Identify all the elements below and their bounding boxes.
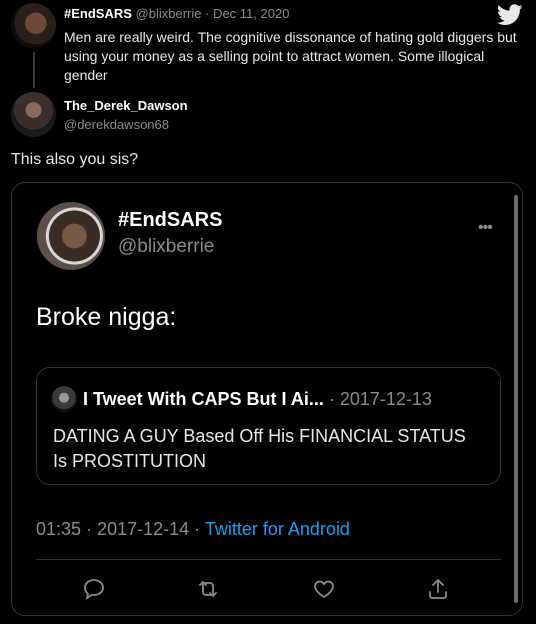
tweet-meta: 01:35 · 2017-12-14 · Twitter for Android (36, 519, 350, 540)
handle[interactable]: @derekdawson68 (64, 117, 169, 132)
tweet-text: Broke nigga: (36, 303, 177, 331)
reply-text: This also you sis? (11, 151, 139, 168)
display-name: #EndSARS (118, 209, 223, 231)
quoted-tweet-header: I Tweet With CAPS But I Ai... · 2017-12-… (83, 389, 432, 410)
tweet-text: Men are really weird. The cognitive diss… (64, 29, 517, 83)
display-name[interactable]: #EndSARS (64, 6, 132, 21)
display-name[interactable]: The_Derek_Dawson (64, 98, 188, 113)
quoted-date: · 2017-12-13 (328, 389, 432, 409)
quoted-display-name: I Tweet With CAPS But I Ai... (83, 389, 324, 409)
reply-bubble-icon (80, 575, 108, 603)
tweet-header: #EndSARS @blixberrie · Dec 11, 2020 (64, 6, 289, 21)
tweet-full-date: · 2017-12-14 · (86, 519, 201, 539)
thread-connector-line (33, 52, 35, 88)
tweet-date[interactable]: · Dec 11, 2020 (205, 6, 289, 21)
retweet-icon (194, 575, 222, 603)
tweet-source: Twitter for Android (204, 519, 350, 539)
handle[interactable]: @blixberrie (136, 6, 202, 21)
quoted-text: DATING A GUY Based Off His FINANCIAL STA… (53, 426, 466, 471)
more-dots-icon: ••• (478, 219, 493, 236)
handle: @blixberrie (118, 236, 215, 257)
scrollbar[interactable] (514, 195, 518, 603)
avatar[interactable] (11, 3, 56, 48)
share-icon (424, 575, 452, 603)
avatar (51, 386, 77, 412)
avatar (37, 202, 105, 270)
quoted-tweet: I Tweet With CAPS But I Ai... · 2017-12-… (36, 367, 501, 485)
twitter-bird-icon (497, 4, 523, 25)
embedded-tweet-screenshot: #EndSARS @blixberrie ••• Broke nigga: I … (11, 182, 523, 616)
divider (36, 559, 501, 560)
tweet-time: 01:35 (36, 519, 82, 539)
avatar[interactable] (11, 92, 56, 137)
heart-icon (310, 575, 338, 603)
